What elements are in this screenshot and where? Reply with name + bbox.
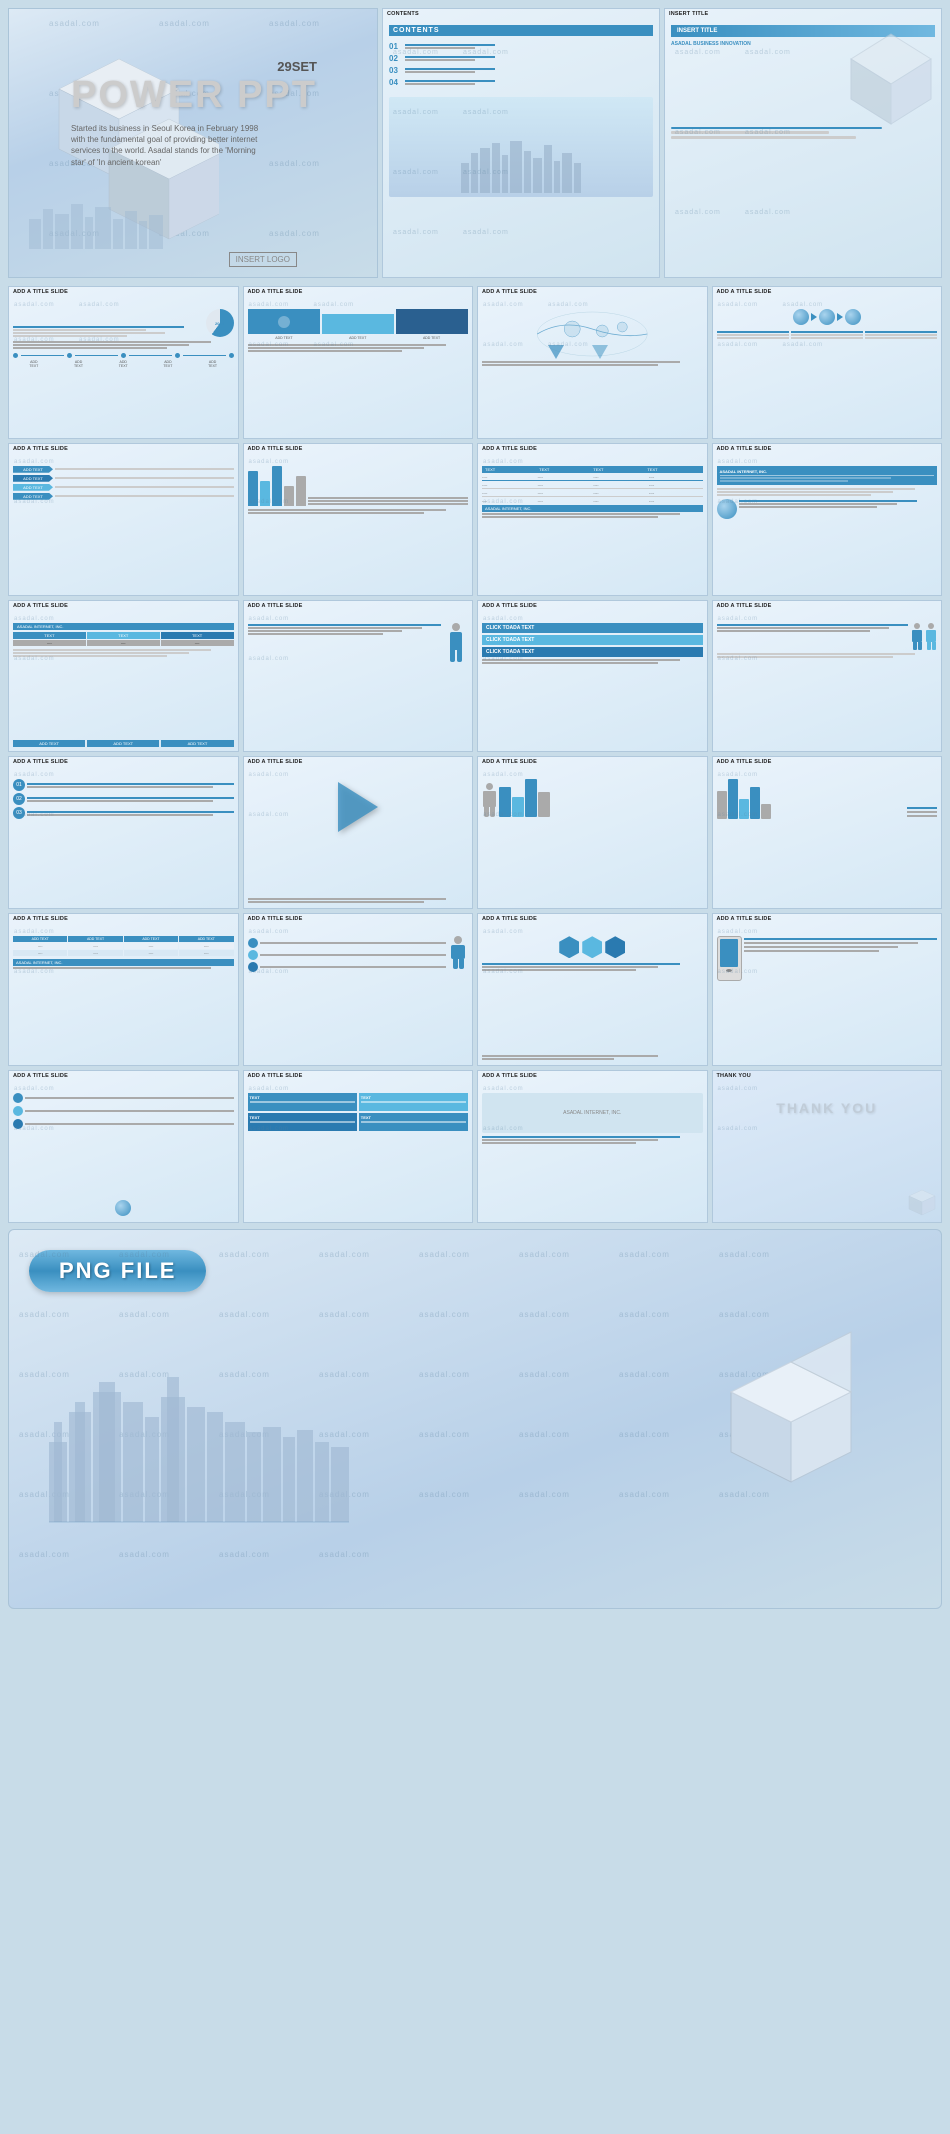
slide-4-4[interactable]: ADD A TITLE SLIDE	[712, 756, 943, 909]
page-wrapper: asadal.com asadal.com asadal.com asadal.…	[0, 0, 950, 1617]
slide-row-4: ADD A TITLE SLIDE 01 02	[8, 756, 942, 909]
slide-4-1[interactable]: ADD A TITLE SLIDE 01 02	[8, 756, 239, 909]
slide-6-2[interactable]: ADD A TITLE SLIDE TEXT TEXT TEXT	[243, 1070, 474, 1223]
hero-text: 29SET POWER PPT Started its business in …	[71, 59, 317, 168]
slide-4-2[interactable]: ADD A TITLE SLIDE asadal.com asadal.com	[243, 756, 474, 909]
slide-6-1[interactable]: ADD A TITLE SLIDE	[8, 1070, 239, 1223]
contents-slide[interactable]: CONTENTS CONTENTS 01 02	[382, 8, 660, 278]
slide-6-4-thank-you[interactable]: THANK YOU THANK YOU asadal.com asa	[712, 1070, 943, 1223]
slide-row-5: ADD A TITLE SLIDE ADD TEXT ADD TEXT ADD …	[8, 913, 942, 1066]
slide-5-4[interactable]: ADD A TITLE SLIDE	[712, 913, 943, 1066]
hero-title: POWER PPT	[71, 74, 317, 117]
slide-3-1[interactable]: ADD A TITLE SLIDE ASADAL INTERNET, INC. …	[8, 600, 239, 753]
set-label: 29SET	[71, 59, 317, 74]
slide-row-6: ADD A TITLE SLIDE	[8, 1070, 942, 1223]
slide-3-2[interactable]: ADD A TITLE SLIDE	[243, 600, 474, 753]
slide-2-1[interactable]: ADD A TITLE SLIDE ADD TEXT ADD TEXT ADD …	[8, 443, 239, 596]
insert-title-slide[interactable]: INSERT TITLE INSERT TITLE ASADAL BUSINES…	[664, 8, 942, 278]
slide-row-3: ADD A TITLE SLIDE ASADAL INTERNET, INC. …	[8, 600, 942, 753]
slide-2-3[interactable]: ADD A TITLE SLIDE TEXTTEXTTEXTTEXT -----…	[477, 443, 708, 596]
slide-row-2: ADD A TITLE SLIDE ADD TEXT ADD TEXT ADD …	[8, 443, 942, 596]
slide-2-4[interactable]: ADD A TITLE SLIDE ASADAL INTERNET, INC.	[712, 443, 943, 596]
city-skyline	[49, 1312, 349, 1532]
slide-4-3[interactable]: ADD A TITLE SLIDE	[477, 756, 708, 909]
slide-5-2[interactable]: ADD A TITLE SLIDE	[243, 913, 474, 1066]
slide-3-3[interactable]: ADD A TITLE SLIDE CLICK TOADA TEXT CLICK…	[477, 600, 708, 753]
slide-label: INSERT TITLE	[669, 11, 708, 17]
slide-1-1[interactable]: ADD A TITLE SLIDE 2012	[8, 286, 239, 439]
hero-row: asadal.com asadal.com asadal.com asadal.…	[8, 8, 942, 282]
slide-row-1: ADD A TITLE SLIDE 2012	[8, 286, 942, 439]
slide-5-3[interactable]: ADD A TITLE SLIDE	[477, 913, 708, 1066]
slide-6-3[interactable]: ADD A TITLE SLIDE ASADAL INTERNET, INC. …	[477, 1070, 708, 1223]
3d-cube-png	[681, 1312, 901, 1532]
slide-1-2[interactable]: ADD A TITLE SLIDE ADD TEXT ADD TEXT ADD …	[243, 286, 474, 439]
slide-1-3[interactable]: ADD A TITLE SLIDE	[477, 286, 708, 439]
png-content-area	[29, 1312, 921, 1532]
slide-2-2[interactable]: ADD A TITLE SLIDE	[243, 443, 474, 596]
insert-logo: INSERT LOGO	[229, 252, 297, 267]
hero-subtitle: Started its business in Seoul Korea in F…	[71, 123, 271, 168]
slide-3-4[interactable]: ADD A TITLE SLIDE	[712, 600, 943, 753]
slide-5-1[interactable]: ADD A TITLE SLIDE ADD TEXT ADD TEXT ADD …	[8, 913, 239, 1066]
png-file-badge: PNG FILE	[29, 1250, 206, 1292]
slide-label: CONTENTS	[387, 11, 419, 17]
slide-1-4[interactable]: ADD A TITLE SLIDE	[712, 286, 943, 439]
hero-right-slides: CONTENTS CONTENTS 01 02	[382, 8, 942, 282]
png-file-section: asadal.com asadal.com asadal.com asadal.…	[8, 1229, 942, 1609]
hero-section: asadal.com asadal.com asadal.com asadal.…	[8, 8, 378, 282]
